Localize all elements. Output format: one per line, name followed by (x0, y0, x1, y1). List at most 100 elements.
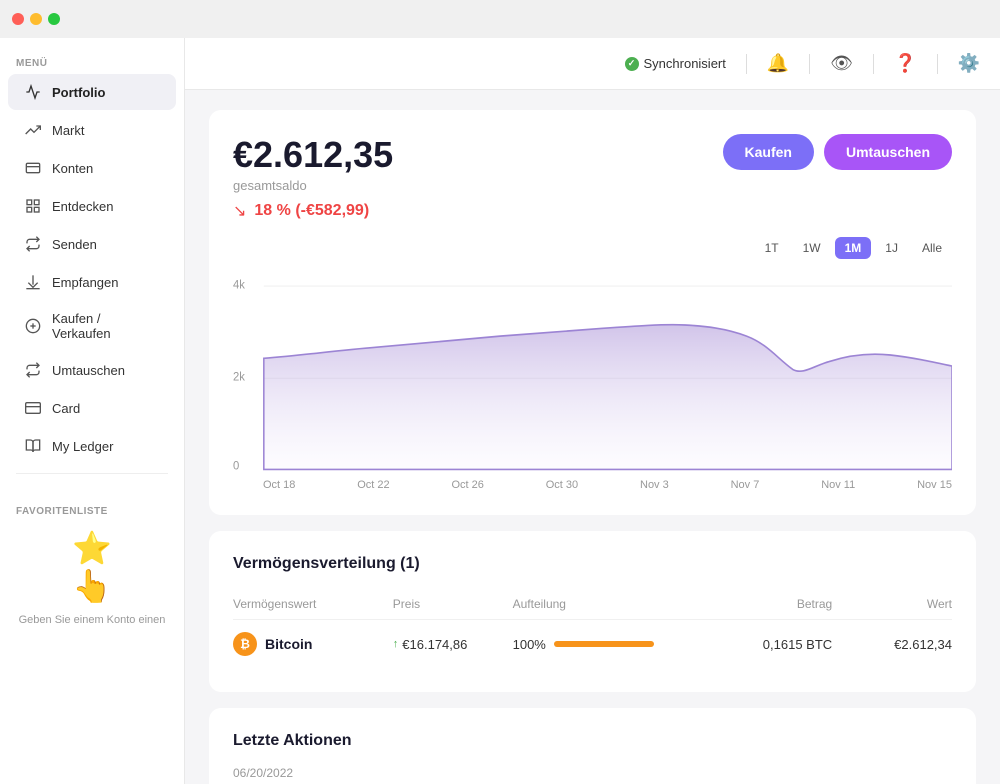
asset-price-cell: ↑ €16.174,86 (393, 637, 513, 652)
assets-card: Vermögensverteilung (1) Vermögenswert Pr… (209, 531, 976, 692)
price-value: €16.174,86 (402, 637, 467, 652)
bell-icon[interactable]: 🔔 (767, 53, 789, 74)
balance-row: €2.612,35 gesamtsaldo Kaufen Umtauschen (233, 134, 952, 193)
x-label-oct22: Oct 22 (357, 479, 389, 491)
main-area: Synchronisiert 🔔 👁 ❓ ⚙️ €2.612,35 gesamt… (185, 38, 1000, 784)
sidebar-item-empfangen-label: Empfangen (52, 275, 119, 290)
sync-icon (625, 57, 639, 71)
x-label-oct26: Oct 26 (452, 479, 484, 491)
senden-icon (24, 235, 42, 253)
chart-area (264, 325, 952, 470)
sidebar-item-my-ledger-label: My Ledger (52, 439, 113, 454)
sidebar-item-markt[interactable]: Markt (8, 112, 176, 148)
svg-text:4k: 4k (233, 278, 245, 292)
main-content: €2.612,35 gesamtsaldo Kaufen Umtauschen … (185, 90, 1000, 784)
time-btn-alle[interactable]: Alle (912, 237, 952, 259)
time-selector: 1T 1W 1M 1J Alle (755, 237, 952, 259)
change-text: 18 % (-€582,99) (254, 202, 369, 220)
table-header: Vermögenswert Preis Aufteilung Betrag We… (233, 589, 952, 620)
menu-label: MENÜ (0, 50, 184, 73)
time-btn-1w[interactable]: 1W (793, 237, 831, 259)
eye-icon[interactable]: 👁 (830, 53, 853, 74)
close-button[interactable] (12, 13, 24, 25)
btc-icon: ₿ (233, 632, 257, 656)
card-icon (24, 399, 42, 417)
sync-badge: Synchronisiert (625, 56, 726, 71)
exchange-button[interactable]: Umtauschen (824, 134, 952, 170)
col-header-value: Wert (832, 597, 952, 611)
favorites-placeholder: ⭐👆 Geben Sie einem Konto einen (16, 529, 168, 628)
separator-4 (937, 54, 938, 74)
sidebar-item-senden[interactable]: Senden (8, 226, 176, 262)
konten-icon (24, 159, 42, 177)
asset-name: ₿ Bitcoin (233, 632, 393, 656)
sidebar-item-senden-label: Senden (52, 237, 97, 252)
sidebar: MENÜ Portfolio Markt Konten Entdecken (0, 38, 185, 784)
col-header-asset: Vermögenswert (233, 597, 393, 611)
sidebar-divider (16, 473, 168, 474)
question-icon[interactable]: ❓ (894, 53, 916, 74)
x-label-oct18: Oct 18 (263, 479, 295, 491)
sidebar-item-entdecken-label: Entdecken (52, 199, 113, 214)
balance-label: gesamtsaldo (233, 178, 393, 193)
sidebar-item-my-ledger[interactable]: My Ledger (8, 428, 176, 464)
actions-title: Letzte Aktionen (233, 732, 952, 750)
portfolio-icon (24, 83, 42, 101)
sidebar-item-konten[interactable]: Konten (8, 150, 176, 186)
time-btn-1j[interactable]: 1J (875, 237, 908, 259)
time-btn-1m[interactable]: 1M (835, 237, 872, 259)
maximize-button[interactable] (48, 13, 60, 25)
portfolio-content: €2.612,35 gesamtsaldo Kaufen Umtauschen … (185, 90, 1000, 784)
kaufen-verkaufen-icon (24, 317, 42, 335)
sidebar-item-kaufen-verkaufen[interactable]: Kaufen / Verkaufen (8, 302, 176, 350)
balance-amount: €2.612,35 (233, 134, 393, 176)
asset-name-cell: ₿ Bitcoin (233, 632, 393, 656)
bar-background (554, 641, 654, 647)
sidebar-item-empfangen[interactable]: Empfangen (8, 264, 176, 300)
actions-card: Letzte Aktionen 06/20/2022 Empfangen 7:5… (209, 708, 976, 784)
sidebar-item-umtauschen[interactable]: Umtauschen (8, 352, 176, 388)
star-hand-icon: ⭐👆 (72, 529, 112, 605)
sidebar-item-card[interactable]: Card (8, 390, 176, 426)
sidebar-item-umtauschen-label: Umtauschen (52, 363, 125, 378)
asset-row-bitcoin: ₿ Bitcoin ↑ €16.174,86 1 (233, 620, 952, 668)
sync-label: Synchronisiert (644, 56, 726, 71)
balance-card: €2.612,35 gesamtsaldo Kaufen Umtauschen … (209, 110, 976, 515)
sidebar-item-entdecken[interactable]: Entdecken (8, 188, 176, 224)
change-row: ↘ 18 % (-€582,99) (233, 201, 952, 221)
buy-button[interactable]: Kaufen (723, 134, 814, 170)
chart-svg: 4k 2k 0 (233, 275, 952, 475)
svg-text:2k: 2k (233, 370, 245, 384)
favorites-text: Geben Sie einem Konto einen (19, 613, 166, 628)
asset-price: ↑ €16.174,86 (393, 637, 513, 652)
gear-icon[interactable]: ⚙️ (958, 53, 980, 74)
sidebar-item-card-label: Card (52, 401, 80, 416)
sidebar-item-konten-label: Konten (52, 161, 93, 176)
action-buttons: Kaufen Umtauschen (723, 134, 952, 170)
entdecken-icon (24, 197, 42, 215)
separator-1 (746, 54, 747, 74)
time-btn-1t[interactable]: 1T (755, 237, 789, 259)
asset-alloc-cell: 100% (513, 637, 673, 652)
top-header: Synchronisiert 🔔 👁 ❓ ⚙️ (185, 38, 1000, 90)
price-up-icon: ↑ (393, 638, 399, 650)
asset-value: €2.612,34 (832, 637, 952, 652)
change-value: 18 % (-€582,99) (254, 202, 369, 219)
balance-group: €2.612,35 gesamtsaldo (233, 134, 393, 193)
umtauschen-icon (24, 361, 42, 379)
chart-container: 4k 2k 0 (233, 275, 952, 475)
sidebar-item-portfolio-label: Portfolio (52, 85, 105, 100)
actions-date: 06/20/2022 (233, 766, 952, 780)
asset-label: Bitcoin (265, 636, 312, 652)
empfangen-icon (24, 273, 42, 291)
my-ledger-icon (24, 437, 42, 455)
col-header-price: Preis (393, 597, 513, 611)
svg-text:0: 0 (233, 459, 240, 473)
separator-2 (809, 54, 810, 74)
x-label-oct30: Oct 30 (546, 479, 578, 491)
minimize-button[interactable] (30, 13, 42, 25)
col-header-amount: Betrag (672, 597, 832, 611)
assets-title: Vermögensverteilung (1) (233, 555, 952, 573)
sidebar-item-portfolio[interactable]: Portfolio (8, 74, 176, 110)
favorites-label: FAVORITENLISTE (16, 506, 168, 517)
